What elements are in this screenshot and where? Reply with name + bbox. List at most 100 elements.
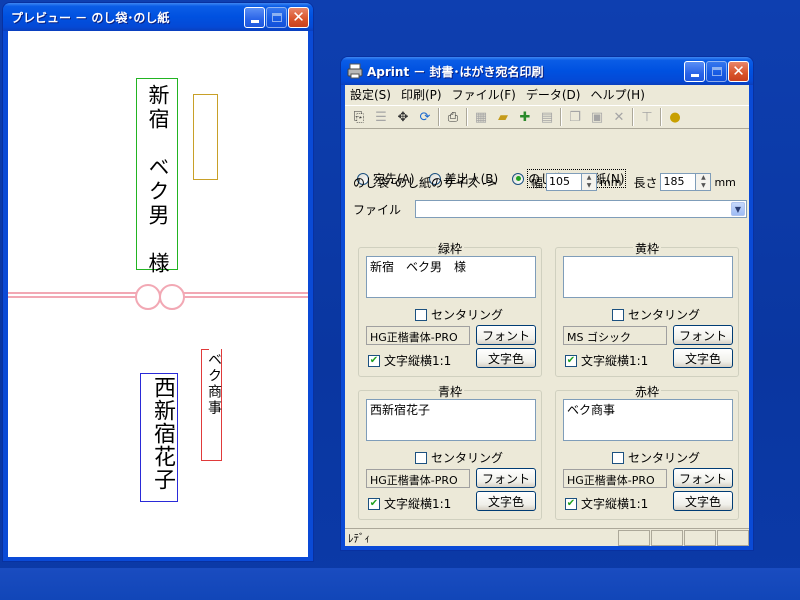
red-text-input[interactable]: ベク商事 [563,399,733,441]
aprint-titlebar[interactable]: Aprint － 封書･はがき宛名印刷 ✕ [341,57,753,85]
bulb-icon[interactable]: ● [664,107,686,127]
status-pane [717,529,749,546]
menu-help[interactable]: ヘルプ(H) [585,86,649,103]
maximize-button[interactable] [706,61,727,82]
minimize-button[interactable] [684,61,705,82]
size-label: のし袋･のし紙のサイズ -> [353,175,497,190]
preview-titlebar[interactable]: プレビュー － のし袋･のし紙 ✕ [3,3,313,31]
menu-data[interactable]: データ(D) [521,86,586,103]
close-button[interactable]: ✕ [288,7,309,28]
blue-centering-label: センタリング [431,451,504,465]
save-icon[interactable]: ▤ [536,107,558,127]
list-icon[interactable]: ☰ [370,107,392,127]
blue-centering-checkbox[interactable] [415,451,427,464]
blue-font-button[interactable]: フォント [476,468,536,488]
group-red: 赤枠 ベク商事 センタリング HG正楷書体-PRO フォント ✔ 文字縦横1:1… [555,385,739,520]
width-spinner[interactable]: ▲ ▼ [582,173,598,191]
group-blue-title: 青枠 [435,385,464,399]
chevron-down-icon[interactable]: ▼ [731,202,745,216]
height-input[interactable]: 185 [660,173,697,191]
group-yellow-title: 黄枠 [632,242,661,256]
blue-ratio[interactable]: ✔ 文字縦横1:1 [368,495,451,512]
width-label: 幅 [531,175,544,190]
preview-window: プレビュー － のし袋･のし紙 ✕ 新宿 ベク男 様 西新宿花子 ベク商事 [3,3,313,561]
maximize-button[interactable] [266,7,287,28]
aprint-client: 設定(S) 印刷(P) ファイル(F) データ(D) ヘルプ(H) ⎘ ☰ ✥ … [345,85,749,546]
paste-icon[interactable]: ▣ [586,107,608,127]
blue-ratio-checkbox[interactable]: ✔ [368,497,380,510]
refresh-icon[interactable]: ⟳ [414,107,436,127]
green-ratio-checkbox[interactable]: ✔ [368,354,380,367]
minimize-button[interactable] [244,7,265,28]
yellow-font-button[interactable]: フォント [673,325,733,345]
size-row: のし袋･のし紙のサイズ -> 幅 105 ▲ ▼ mm 長さ 185 ▲ ▼ mm [353,172,739,192]
group-yellow: 黄枠 センタリング MS ゴシック フォント ✔ 文字縦横1:1 文字色 [555,242,739,377]
toolbar-separator [632,108,634,126]
green-ratio-label: 文字縦横1:1 [384,354,452,368]
preview-canvas: 新宿 ベク男 様 西新宿花子 ベク商事 [8,31,308,557]
blue-frame-text: 西新宿花子 [150,376,175,491]
filter-icon[interactable]: ⊤ [636,107,658,127]
yellow-ratio-checkbox[interactable]: ✔ [565,354,577,367]
green-centering-checkbox[interactable] [415,308,427,321]
printer-app-icon [347,63,363,79]
add-icon[interactable]: ✚ [514,107,536,127]
table-icon[interactable]: ▦ [470,107,492,127]
blue-centering[interactable]: センタリング [415,449,503,466]
red-font-name: HG正楷書体-PRO [563,469,667,488]
green-font-button[interactable]: フォント [476,325,536,345]
yellow-centering-checkbox[interactable] [612,308,624,321]
preview-title: プレビュー － のし袋･のし紙 [11,11,170,25]
yellow-ratio[interactable]: ✔ 文字縦横1:1 [565,352,648,369]
menu-print[interactable]: 印刷(P) [396,86,447,103]
yellow-frame [193,94,218,180]
maximize-icon [711,67,722,76]
green-text-input[interactable]: 新宿 ベク男 様 [366,256,536,298]
copy-icon[interactable]: ❐ [564,107,586,127]
green-ratio[interactable]: ✔ 文字縦横1:1 [368,352,451,369]
menu-file[interactable]: ファイル(F) [447,86,521,103]
height-spinner[interactable]: ▲ ▼ [696,173,712,191]
yellow-text-input[interactable] [563,256,733,298]
group-blue: 青枠 西新宿花子 センタリング HG正楷書体-PRO フォント ✔ 文字縦横1:… [358,385,542,520]
red-ratio[interactable]: ✔ 文字縦横1:1 [565,495,648,512]
menu-settings[interactable]: 設定(S) [345,86,396,103]
status-pane [618,529,650,546]
yellow-centering[interactable]: センタリング [612,306,700,323]
delete-icon[interactable]: ✕ [608,107,630,127]
move-icon[interactable]: ✥ [392,107,414,127]
yellow-ratio-label: 文字縦横1:1 [581,354,649,368]
open-icon[interactable]: ▰ [492,107,514,127]
mizuhiki-knot-right [159,284,185,310]
status-pane [651,529,683,546]
red-ratio-checkbox[interactable]: ✔ [565,497,577,510]
red-centering[interactable]: センタリング [612,449,700,466]
red-color-button[interactable]: 文字色 [673,491,733,511]
close-button[interactable]: ✕ [728,61,749,82]
red-font-button[interactable]: フォント [673,468,733,488]
toolbar-separator [466,108,468,126]
blue-color-button[interactable]: 文字色 [476,491,536,511]
height-label: 長さ [633,175,658,190]
green-centering[interactable]: センタリング [415,306,503,323]
red-ratio-label: 文字縦横1:1 [581,497,649,511]
blue-ratio-label: 文字縦横1:1 [384,497,452,511]
width-input[interactable]: 105 [546,173,583,191]
status-text: ﾚﾃﾞｨ [348,531,370,545]
minimize-icon [690,74,699,77]
group-red-title: 赤枠 [632,385,661,399]
desktop-band [0,568,800,600]
file-label: ファイル [353,202,402,217]
page-setup-icon[interactable]: ⎘ [348,107,370,127]
red-frame-top [201,349,209,350]
green-color-button[interactable]: 文字色 [476,348,536,368]
aprint-window: Aprint － 封書･はがき宛名印刷 ✕ 設定(S) 印刷(P) ファイル(F… [341,57,753,550]
file-combobox[interactable]: ▼ [415,200,747,218]
aprint-title: Aprint － 封書･はがき宛名印刷 [367,65,544,79]
red-centering-checkbox[interactable] [612,451,624,464]
blue-text-input[interactable]: 西新宿花子 [366,399,536,441]
print-icon[interactable]: ⎙ [442,107,464,127]
yellow-color-button[interactable]: 文字色 [673,348,733,368]
blue-font-name: HG正楷書体-PRO [366,469,470,488]
group-green: 緑枠 新宿 ベク男 様 センタリング HG正楷書体-PRO フォント ✔ 文字縦… [358,242,542,377]
